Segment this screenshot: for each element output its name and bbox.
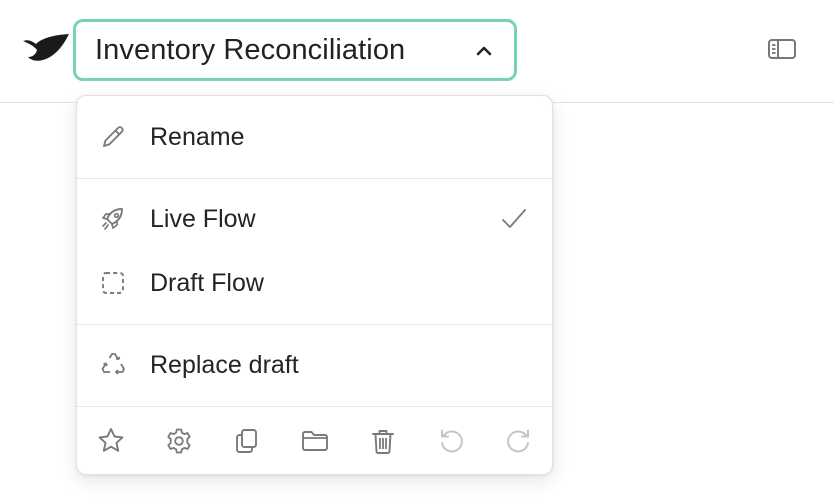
top-bar: Inventory Reconciliation (0, 0, 834, 103)
menu-item-live-flow[interactable]: Live Flow (77, 191, 552, 247)
sidebar-panel-icon[interactable] (766, 36, 798, 62)
replace-draft-label: Replace draft (150, 350, 299, 379)
redo-icon[interactable] (502, 424, 536, 458)
menu-item-replace-draft[interactable]: Replace draft (77, 337, 552, 393)
rocket-icon (97, 203, 129, 235)
menu-item-draft-flow[interactable]: Draft Flow (77, 255, 552, 311)
copy-icon[interactable] (230, 424, 264, 458)
rename-label: Rename (150, 122, 245, 151)
brand-logo-icon[interactable] (20, 30, 72, 64)
menu-item-rename[interactable]: Rename (77, 109, 552, 165)
flow-dropdown-menu: Rename Live Flow Draft Flow Replace draf… (76, 95, 553, 475)
undo-icon[interactable] (434, 424, 468, 458)
pencil-icon (97, 121, 129, 153)
checkmark-icon (498, 203, 530, 235)
menu-toolbar (77, 406, 552, 476)
draft-flow-label: Draft Flow (150, 268, 264, 297)
recycle-icon (97, 349, 129, 381)
dashed-square-icon (97, 267, 129, 299)
menu-divider (77, 324, 552, 325)
flow-title: Inventory Reconciliation (95, 33, 406, 66)
flow-switcher-button[interactable]: Inventory Reconciliation (73, 19, 517, 81)
menu-divider (77, 178, 552, 179)
chevron-up-icon (472, 39, 496, 63)
gear-icon[interactable] (162, 424, 196, 458)
star-icon[interactable] (94, 424, 128, 458)
trash-icon[interactable] (366, 424, 400, 458)
live-flow-label: Live Flow (150, 204, 256, 233)
folder-icon[interactable] (298, 424, 332, 458)
